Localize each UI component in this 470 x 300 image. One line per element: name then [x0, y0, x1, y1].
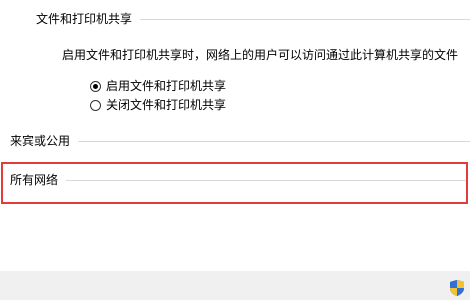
section-header-guest-public[interactable]: 来宾或公用 — [10, 133, 470, 149]
section-header-file-printer-sharing: 文件和打印机共享 — [36, 11, 470, 27]
section-title: 文件和打印机共享 — [36, 12, 133, 26]
sharing-description: 启用文件和打印机共享时，网络上的用户可以访问通过此计算机共享的文件 — [62, 48, 459, 62]
section-title[interactable]: 所有网络 — [10, 172, 66, 188]
radio-enable-sharing[interactable]: 启用文件和打印机共享 — [90, 78, 226, 94]
radio-button-unchecked-icon[interactable] — [90, 99, 101, 111]
radio-button-checked-icon[interactable] — [90, 80, 101, 92]
section-divider — [140, 18, 470, 20]
radio-disable-sharing[interactable]: 关闭文件和打印机共享 — [90, 97, 226, 113]
section-divider — [78, 140, 470, 142]
footer-bar — [0, 271, 470, 300]
section-title[interactable]: 来宾或公用 — [10, 133, 78, 149]
section-header-all-networks[interactable]: 所有网络 — [10, 172, 468, 188]
radio-label[interactable]: 关闭文件和打印机共享 — [106, 97, 226, 113]
shield-icon — [450, 280, 464, 296]
radio-label[interactable]: 启用文件和打印机共享 — [106, 78, 226, 94]
section-divider — [66, 179, 468, 181]
